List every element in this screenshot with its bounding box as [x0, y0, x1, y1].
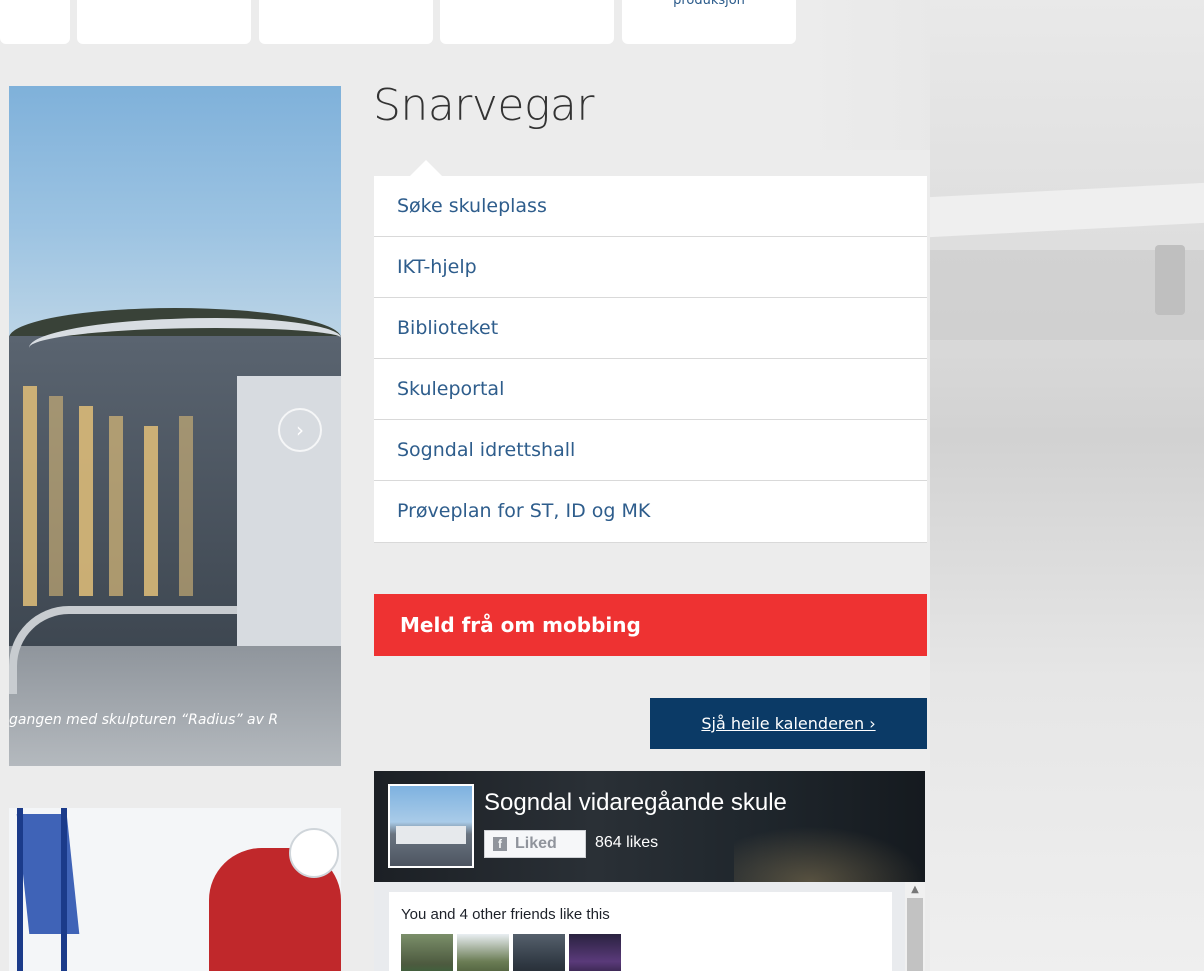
- shortcut-ikt-hjelp[interactable]: IKT-hjelp: [374, 237, 927, 298]
- nav-tab-label: produksjon: [673, 0, 745, 8]
- shortcut-sogndal-idrettshall[interactable]: Sogndal idrettshall: [374, 420, 927, 481]
- nav-tab-2[interactable]: [77, 0, 251, 44]
- facebook-widget: Sogndal vidaregåande skule f Liked 864 l…: [374, 771, 925, 971]
- facebook-page-thumbnail[interactable]: [388, 784, 474, 868]
- scroll-thumb[interactable]: [907, 898, 923, 971]
- shortcuts-list: Søke skuleplass IKT-hjelp Biblioteket Sk…: [374, 176, 927, 543]
- facebook-friends-text: You and 4 other friends like this: [401, 906, 610, 923]
- nav-tab-3[interactable]: [259, 0, 433, 44]
- avatar[interactable]: [569, 934, 621, 971]
- shortcuts-title: Snarvegar: [373, 80, 594, 131]
- facebook-like-count: 864 likes: [595, 834, 659, 851]
- news-image-skier[interactable]: [9, 808, 341, 971]
- facebook-liked-button[interactable]: f Liked: [484, 830, 586, 858]
- facebook-page-name[interactable]: Sogndal vidaregåande skule: [484, 789, 787, 817]
- facebook-scrollbar[interactable]: ▲: [905, 882, 925, 971]
- calendar-link-button[interactable]: Sjå heile kalenderen ›: [650, 698, 927, 749]
- title-pointer: [410, 160, 442, 176]
- carousel-next-button[interactable]: ›: [278, 408, 322, 452]
- shortcut-skuleportal[interactable]: Skuleportal: [374, 359, 927, 420]
- scroll-up-icon[interactable]: ▲: [908, 885, 922, 895]
- avatar[interactable]: [457, 934, 509, 971]
- avatar[interactable]: [513, 934, 565, 971]
- facebook-friends-box: You and 4 other friends like this: [389, 892, 892, 971]
- nav-tab-4[interactable]: [440, 0, 614, 44]
- avatar[interactable]: [401, 934, 453, 971]
- report-bullying-button[interactable]: Meld frå om mobbing: [374, 594, 927, 656]
- carousel-caption: gangen med skulpturen “Radius” av R: [9, 712, 279, 728]
- shortcut-biblioteket[interactable]: Biblioteket: [374, 298, 927, 359]
- shortcut-soke-skuleplass[interactable]: Søke skuleplass: [374, 176, 927, 237]
- facebook-liked-label: Liked: [515, 835, 557, 852]
- shortcut-proveplan[interactable]: Prøveplan for ST, ID og MK: [374, 481, 927, 543]
- facebook-icon: f: [493, 837, 507, 851]
- chevron-right-icon: ›: [296, 418, 304, 442]
- nav-tab-1[interactable]: [0, 0, 70, 44]
- nav-tab-produksjon[interactable]: produksjon: [622, 0, 796, 44]
- background-photo: [930, 0, 1204, 971]
